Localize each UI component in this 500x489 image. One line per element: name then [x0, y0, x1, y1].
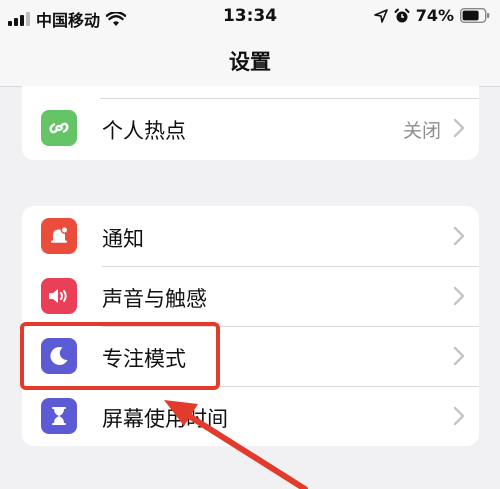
bell-icon — [41, 218, 77, 254]
settings-row-notifications[interactable]: 通知 — [22, 206, 479, 266]
settings-row-value: 关闭 — [402, 120, 441, 142]
status-bar: 中国移动 13:34 74% — [0, 0, 500, 34]
settings-row-label: 个人热点 — [102, 119, 186, 143]
annotation-highlight-box — [20, 322, 220, 390]
settings-row-label: 通知 — [102, 227, 144, 251]
alarm-icon — [394, 8, 410, 22]
location-icon — [373, 8, 388, 23]
settings-row-hotspot[interactable]: 个人热点 关闭 — [22, 98, 479, 158]
settings-group-connectivity: 个人热点 关闭 — [22, 86, 479, 160]
chevron-right-icon — [453, 118, 465, 138]
chevron-right-icon — [453, 346, 465, 366]
chevron-right-icon — [453, 286, 465, 306]
settings-row-sounds[interactable]: 声音与触感 — [22, 266, 479, 326]
settings-row-label: 屏幕使用时间 — [102, 407, 228, 431]
chevron-right-icon — [453, 226, 465, 246]
speaker-icon — [41, 278, 77, 314]
chevron-right-icon — [453, 406, 465, 426]
settings-row-screen-time[interactable]: 屏幕使用时间 — [22, 386, 479, 446]
status-right: 74% — [373, 6, 490, 25]
nav-bar: 设置 — [0, 34, 500, 87]
page-title: 设置 — [229, 50, 271, 74]
settings-row-label: 声音与触感 — [102, 287, 207, 311]
battery-icon — [460, 8, 490, 23]
battery-percent: 74% — [415, 6, 454, 25]
hourglass-icon — [41, 398, 77, 434]
link-icon — [41, 110, 77, 146]
